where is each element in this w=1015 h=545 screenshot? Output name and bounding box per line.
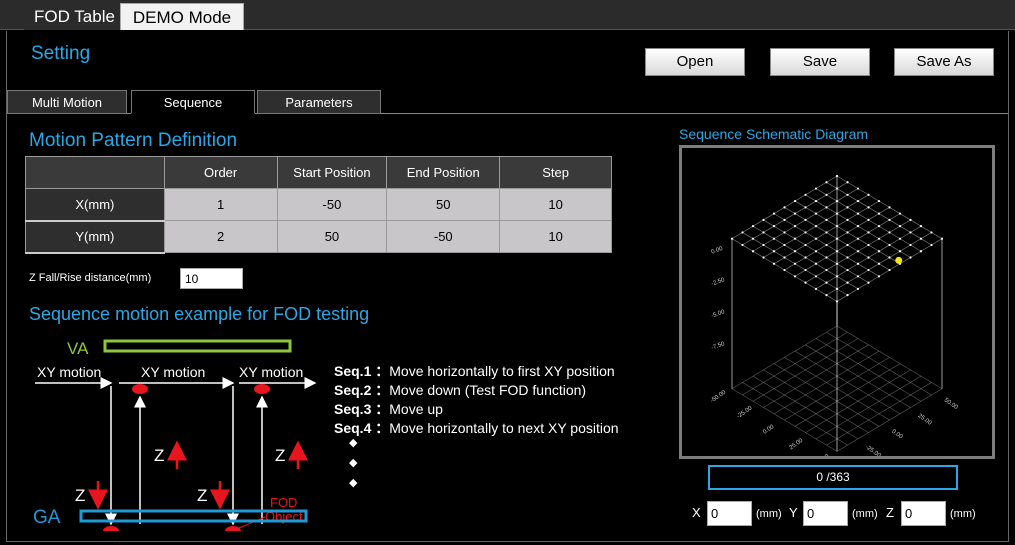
- x-tick-label: 0.00: [762, 424, 776, 436]
- sub-tab-bar: Multi Motion Sequence Parameters: [7, 90, 1008, 114]
- y-tick-label: 25.00: [917, 413, 933, 427]
- top-position-dot-1: [132, 384, 148, 394]
- va-label: VA: [67, 339, 89, 358]
- seq-step-1-sep: ：: [375, 363, 390, 379]
- seq-step-4: Seq.4 ：Move horizontally to next XY posi…: [334, 418, 619, 438]
- seq-step-4-text: Move horizontally to next XY position: [389, 420, 619, 436]
- y-unit: (mm): [852, 508, 878, 520]
- cell-x-order[interactable]: 1: [163, 188, 278, 221]
- seq-step-1: Seq.1 ：Move horizontally to first XY pos…: [334, 361, 615, 381]
- y-coord-input[interactable]: [803, 501, 848, 526]
- cell-x-start[interactable]: -50: [276, 188, 388, 221]
- cell-x-end[interactable]: 50: [386, 188, 501, 221]
- current-position-dot: [895, 256, 903, 264]
- table-header-step: Step: [499, 156, 612, 189]
- ga-bar: [79, 509, 308, 523]
- progress-text: 0 /363: [816, 470, 850, 484]
- seq-step-4-key: Seq.4: [334, 420, 372, 436]
- z-tick-label: -5.00: [711, 309, 727, 320]
- x-coord-input[interactable]: [707, 501, 752, 526]
- setting-title: Setting: [31, 43, 91, 64]
- xy-motion-label-3: XY motion: [239, 364, 303, 380]
- z-coord-label: Z: [886, 505, 894, 520]
- table-header-end: End Position: [386, 156, 501, 189]
- z-tick-label: -2.50: [711, 277, 727, 288]
- top-position-dot-2: [254, 384, 270, 394]
- cell-y-start[interactable]: 50: [276, 220, 388, 253]
- motion-pattern-table: Order Start Position End Position Step X…: [25, 156, 612, 254]
- va-bar: [103, 339, 292, 353]
- table-row: Y(mm) 2 50 -50 10: [25, 220, 612, 254]
- seq-step-4-sep: ：: [375, 420, 390, 436]
- z-tick-label: 0.00: [711, 246, 725, 256]
- seq-bullet-3: ◆: [349, 477, 358, 489]
- progress-bar: 0 /363: [708, 465, 958, 490]
- x-tick-label: -50.00: [710, 389, 728, 404]
- open-button[interactable]: Open: [645, 48, 745, 76]
- save-button[interactable]: Save: [770, 48, 870, 76]
- z-fall-input[interactable]: [180, 268, 243, 289]
- seq-bullet-1: ◆: [349, 437, 358, 449]
- row-label-y: Y(mm): [25, 220, 165, 254]
- y-tick-label: 50.00: [943, 397, 959, 411]
- cell-x-step[interactable]: 10: [499, 188, 612, 221]
- seq-step-2-text: Move down (Test FOD function): [389, 382, 587, 398]
- motion-pattern-title: Motion Pattern Definition: [29, 130, 238, 151]
- row-label-x: X(mm): [25, 188, 165, 222]
- schematic-3d-plot: 0.00 -2.50 -5.00 -7.50 -50.00 -25.00 0.00 25.00…: [710, 174, 959, 475]
- seq-step-1-key: Seq.1: [334, 363, 372, 379]
- z-fall-label: Z Fall/Rise distance(mm): [29, 272, 152, 284]
- y-coord-label: Y: [789, 505, 798, 520]
- xy-motion-label-2: XY motion: [141, 364, 205, 380]
- table-header-row: Order Start Position End Position Step: [25, 156, 612, 189]
- top-tab-bar: FOD Table DEMO Mode: [0, 0, 1015, 30]
- tab-multi-motion[interactable]: Multi Motion: [7, 90, 127, 114]
- schematic-diagram[interactable]: 0.00 -2.50 -5.00 -7.50 -50.00 -25.00 0.00 25.00…: [679, 145, 995, 475]
- cell-y-order[interactable]: 2: [163, 220, 278, 253]
- x-tick-label: 25.00: [788, 437, 804, 451]
- z-unit: (mm): [950, 508, 976, 520]
- schematic-title: Sequence Schematic Diagram: [679, 126, 869, 142]
- seq-step-3-sep: ：: [375, 401, 390, 417]
- tab-sequence[interactable]: Sequence: [131, 90, 255, 114]
- ga-label: GA: [33, 507, 61, 528]
- table-row: X(mm) 1 -50 50 10: [25, 188, 612, 222]
- setting-panel: Setting Open Save Save As Multi Motion S…: [6, 31, 1009, 542]
- seq-step-2-key: Seq.2: [334, 382, 372, 398]
- x-unit: (mm): [756, 508, 782, 520]
- tab-demo-mode[interactable]: DEMO Mode: [120, 3, 244, 30]
- cell-y-step[interactable]: 10: [499, 220, 612, 253]
- table-header-start: Start Position: [276, 156, 388, 189]
- table-header-blank: [25, 156, 165, 189]
- z-tick-label: -7.50: [711, 341, 727, 352]
- seq-step-3: Seq.3 ：Move up: [334, 399, 443, 419]
- seq-step-3-text: Move up: [389, 401, 443, 417]
- ga-illustration: GA: [33, 507, 308, 528]
- seq-step-2-sep: ：: [375, 382, 390, 398]
- seq-step-2: Seq.2 ：Move down (Test FOD function): [334, 380, 586, 400]
- z-coord-input[interactable]: [901, 501, 946, 526]
- x-tick-label: 50.00: [815, 453, 831, 456]
- y-tick-label: -25.00: [864, 444, 882, 456]
- tab-fod-table[interactable]: FOD Table: [24, 3, 125, 30]
- cell-y-end[interactable]: -50: [386, 220, 501, 253]
- z-up-label-2: Z: [275, 446, 285, 465]
- x-tick-label: -25.00: [736, 405, 754, 420]
- xy-motion-label-1: XY motion: [37, 364, 101, 380]
- seq-step-3-key: Seq.3: [334, 401, 372, 417]
- seq-step-1-text: Move horizontally to first XY position: [389, 363, 615, 379]
- seq-bullet-2: ◆: [349, 457, 358, 469]
- z-up-label-1: Z: [154, 446, 164, 465]
- y-tick-label: 0.00: [890, 429, 904, 441]
- x-coord-label: X: [692, 505, 701, 520]
- table-header-order: Order: [163, 156, 278, 189]
- tab-parameters[interactable]: Parameters: [257, 90, 381, 114]
- save-as-button[interactable]: Save As: [894, 48, 994, 76]
